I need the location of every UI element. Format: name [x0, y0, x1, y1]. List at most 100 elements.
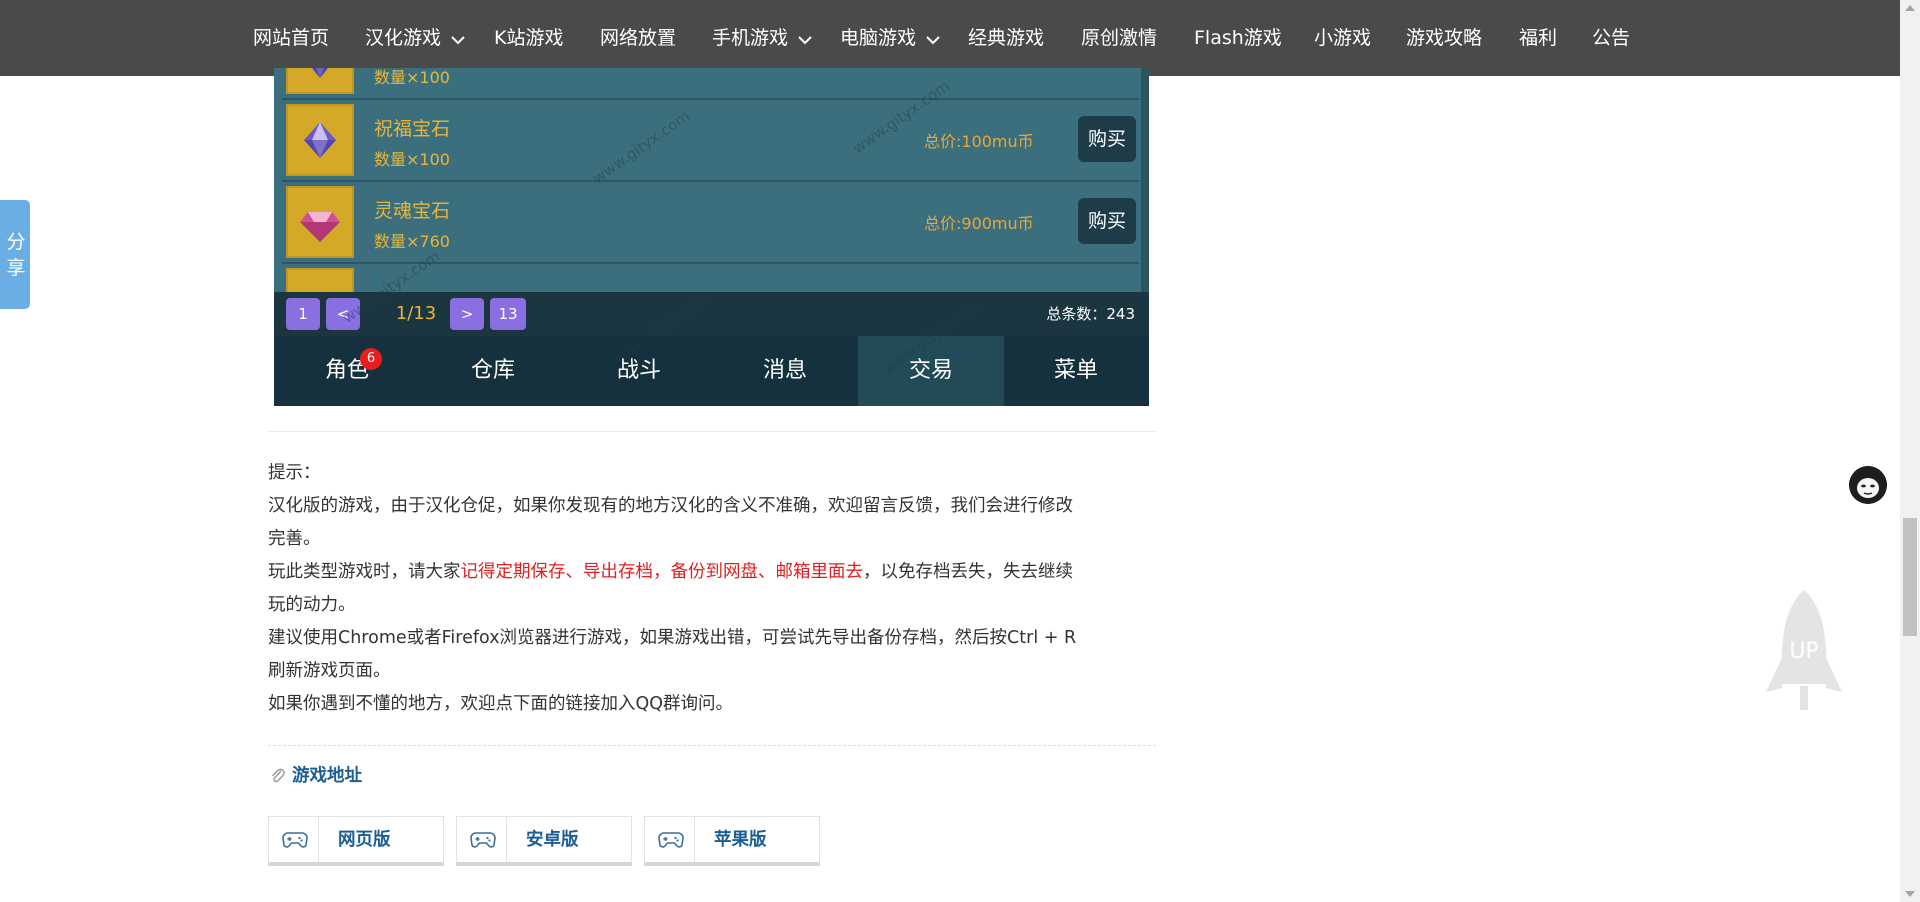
android-version-button[interactable]: 安卓版	[456, 816, 632, 866]
scroll-down-arrow[interactable]	[1905, 891, 1915, 897]
nav-item-flash-games[interactable]: Flash游戏	[1194, 0, 1282, 76]
tips-text: ，以免存档丢失，失去继续	[863, 562, 1073, 582]
page-scrollbar[interactable]	[1900, 0, 1920, 902]
nav-item-guides[interactable]: 游戏攻略	[1406, 0, 1482, 76]
tips-text: 玩此类型游戏时，请大家	[268, 562, 461, 582]
nav-item-label: 网络放置	[600, 27, 677, 49]
nav-item-label: 经典游戏	[968, 27, 1045, 49]
game-tab-label: 交易	[908, 358, 953, 383]
nav-item-welfare[interactable]: 福利	[1519, 0, 1557, 76]
nav-item-home[interactable]: 网站首页	[253, 0, 329, 76]
trade-item-quantity: 数量×100	[374, 150, 450, 169]
next-page-button[interactable]: >	[450, 298, 484, 330]
nav-item-pc-games[interactable]: 电脑游戏	[840, 0, 940, 76]
notification-badge: 6	[360, 348, 382, 370]
trade-item-price: 总价:900mu币	[924, 214, 1034, 233]
nav-item-label: 公告	[1592, 27, 1631, 49]
game-tab-menu[interactable]: 菜单	[1003, 336, 1149, 406]
share-tab-char: 分	[6, 231, 26, 253]
cartoon-face-icon	[1849, 466, 1887, 504]
top-navigation-bar: 网站首页 汉化游戏 K站游戏 网络放置 手机游戏 电脑游戏 经典游戏 原创激情 …	[0, 0, 1900, 76]
trade-item-price: 总价:100mu币	[924, 132, 1034, 151]
total-count: 总条数：243	[1046, 305, 1135, 323]
trade-item-quantity: 数量×100	[374, 68, 450, 87]
nav-item-chinese-games[interactable]: 汉化游戏	[365, 0, 465, 76]
trade-item-name: 灵魂宝石	[374, 200, 451, 222]
last-page-button[interactable]: 13	[490, 298, 526, 330]
game-screenshot: 数量×100 购买 祝福宝石 数量×100 总价:100mu币 购买 灵魂宝石 …	[274, 68, 1149, 406]
trade-item-name: 祝福宝石	[374, 118, 451, 140]
gamepad-icon	[645, 817, 695, 863]
nav-item-label: 电脑游戏	[840, 27, 917, 49]
share-tab-char: 享	[6, 257, 26, 279]
tips-line: 如果你遇到不懂的地方，欢迎点下面的链接加入QQ群询问。	[268, 694, 734, 714]
tips-section: 提示： 汉化版的游戏，由于汉化仓促，如果你发现有的地方汉化的含义不准确，欢迎留言…	[268, 457, 1156, 721]
trade-item-quantity: 数量×760	[374, 232, 450, 251]
nav-item-idle-games[interactable]: 网络放置	[600, 0, 676, 76]
trade-item-row: 灵魂宝石 数量×760 总价:900mu币 购买	[282, 182, 1139, 264]
chevron-down-icon	[926, 1, 940, 77]
tips-line: 玩此类型游戏时，请大家记得定期保存、导出存档，备份到网盘、邮箱里面去，以免存档丢…	[268, 556, 1156, 589]
diamond-gem-icon	[286, 104, 354, 176]
rocket-icon: UP	[1766, 590, 1842, 710]
game-tab-character[interactable]: 角色	[274, 336, 420, 406]
nav-item-label: 网站首页	[253, 27, 330, 49]
up-label: UP	[1789, 639, 1818, 664]
section-divider	[268, 431, 1156, 432]
game-address-heading: 游戏地址	[270, 762, 362, 790]
nav-item-label: Flash游戏	[1194, 27, 1282, 49]
avatar[interactable]	[1849, 466, 1887, 504]
nav-item-label: 福利	[1519, 27, 1558, 49]
game-bottom-tabs: 角色 6 仓库 战斗 消息 交易 菜单	[274, 336, 1149, 406]
tips-warning-text: 记得定期保存、导出存档，备份到网盘、邮箱里面去	[460, 562, 864, 582]
download-button-label: 网页版	[338, 830, 391, 850]
nav-item-original[interactable]: 原创激情	[1081, 0, 1157, 76]
tips-line: 刷新游戏页面。	[268, 661, 391, 681]
first-page-button[interactable]: 1	[286, 298, 320, 330]
nav-item-mini-games[interactable]: 小游戏	[1314, 0, 1371, 76]
download-button-label: 安卓版	[526, 830, 579, 850]
game-tab-label: 仓库	[470, 358, 515, 383]
nav-item-label: 汉化游戏	[365, 27, 442, 49]
tips-line: 汉化版的游戏，由于汉化仓促，如果你发现有的地方汉化的含义不准确，欢迎留言反馈，我…	[268, 496, 1073, 516]
nav-item-label: 小游戏	[1314, 27, 1372, 49]
nav-item-label: 原创激情	[1081, 27, 1158, 49]
game-tab-warehouse[interactable]: 仓库	[420, 336, 566, 406]
page-indicator: 1/13	[395, 303, 437, 324]
game-tab-label: 消息	[762, 358, 807, 383]
nav-item-classic-games[interactable]: 经典游戏	[968, 0, 1044, 76]
chevron-down-icon	[451, 1, 465, 77]
nav-item-notice[interactable]: 公告	[1592, 0, 1630, 76]
gamepad-icon	[269, 817, 319, 863]
scrollbar-thumb[interactable]	[1903, 518, 1917, 636]
paperclip-icon	[272, 768, 285, 783]
tips-line: 完善。	[268, 529, 321, 549]
trade-item-row: 数量×100 购买	[282, 68, 1139, 100]
ios-version-button[interactable]: 苹果版	[644, 816, 820, 866]
tips-line: 玩的动力。	[268, 595, 356, 615]
nav-item-label: 手机游戏	[712, 27, 789, 49]
nav-item-label: K站游戏	[494, 27, 564, 49]
nav-item-k-games[interactable]: K站游戏	[494, 0, 563, 76]
share-tab[interactable]: 分 享	[0, 200, 30, 309]
tips-line: 建议使用Chrome或者Firefox浏览器进行游戏，如果游戏出错，可尝试先导出…	[268, 628, 1077, 648]
nav-item-mobile-games[interactable]: 手机游戏	[712, 0, 812, 76]
download-button-label: 苹果版	[714, 830, 767, 850]
dashed-divider	[268, 745, 1156, 746]
game-list-scroll-strip	[1141, 68, 1149, 292]
gamepad-icon	[457, 817, 507, 863]
game-tab-messages[interactable]: 消息	[712, 336, 858, 406]
trade-item-row: 祝福宝石 数量×100 总价:100mu币 购买	[282, 100, 1139, 182]
game-tab-label: 菜单	[1053, 358, 1098, 383]
web-version-button[interactable]: 网页版	[268, 816, 444, 866]
scroll-up-arrow[interactable]	[1905, 5, 1915, 11]
back-to-top-button[interactable]: UP	[1764, 588, 1844, 714]
buy-button[interactable]: 购买	[1078, 116, 1136, 162]
buy-button[interactable]: 购买	[1078, 198, 1136, 244]
diamond-gem-icon	[286, 68, 354, 94]
tips-title: 提示：	[268, 463, 321, 483]
game-address-title: 游戏地址	[292, 766, 362, 786]
chevron-down-icon	[798, 1, 812, 77]
pink-gem-icon	[286, 186, 354, 258]
nav-item-label: 游戏攻略	[1406, 27, 1483, 49]
